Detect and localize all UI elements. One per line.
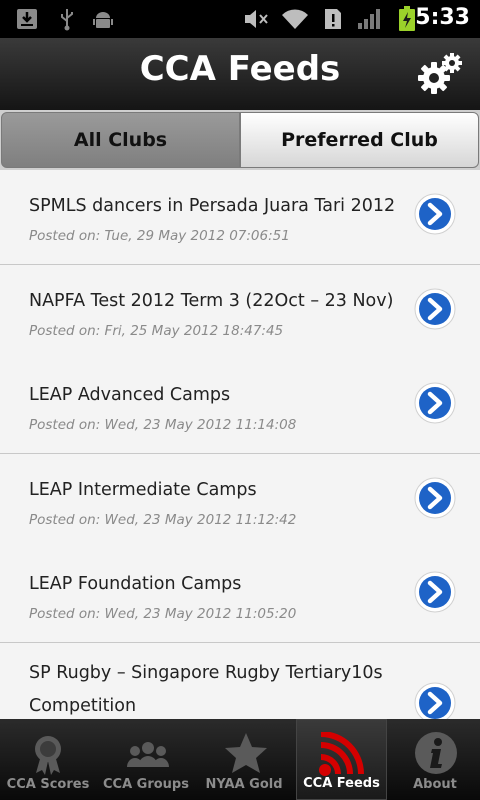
chevron-right-icon[interactable] — [414, 193, 456, 235]
tab-label: CCA Scores — [6, 777, 90, 792]
gear-icon[interactable] — [416, 52, 464, 96]
feed-title: NAPFA Test 2012 Term 3 (22Oct – 23 Nov) — [29, 291, 394, 311]
list-item[interactable]: LEAP Advanced Camps Posted on: Wed, 23 M… — [0, 359, 480, 454]
tab-label: CCA Groups — [103, 777, 189, 792]
tab-cca-groups[interactable]: CCA Groups — [96, 719, 196, 800]
list-item[interactable]: NAPFA Test 2012 Term 3 (22Oct – 23 Nov) … — [0, 265, 480, 360]
clock: 5:33 — [415, 5, 470, 30]
tab-nyaa-gold[interactable]: NYAA Gold — [196, 719, 292, 800]
feed-title: SP Rugby – Singapore Rugby Tertiary10s C… — [29, 663, 383, 716]
tab-label: CCA Feeds — [303, 776, 380, 791]
mute-icon — [242, 7, 270, 31]
chevron-right-icon[interactable] — [414, 477, 456, 519]
tab-about[interactable]: About — [390, 719, 480, 800]
list-item[interactable]: LEAP Foundation Camps Posted on: Wed, 23… — [0, 548, 480, 643]
bottom-tab-bar: CCA Scores CCA Groups NYAA Gold CCA Feed… — [0, 719, 480, 800]
chevron-right-icon[interactable] — [414, 571, 456, 613]
title-bar: CCA Feeds — [0, 38, 480, 110]
feed-date: Posted on: Tue, 29 May 2012 07:06:51 — [29, 228, 290, 244]
page-title: CCA Feeds — [139, 49, 341, 89]
tab-all-clubs[interactable]: All Clubs — [1, 112, 240, 168]
download-icon — [14, 7, 40, 31]
feed-date: Posted on: Wed, 23 May 2012 11:14:08 — [29, 417, 297, 433]
medal-icon — [28, 731, 68, 775]
club-filter: All Clubs Preferred Club — [0, 110, 480, 170]
feed-title: LEAP Foundation Camps — [29, 574, 242, 594]
feed-title: LEAP Intermediate Camps — [29, 480, 257, 500]
signal-icon — [356, 7, 384, 31]
android-debug-icon — [90, 7, 116, 31]
feed-title: SPMLS dancers in Persada Juara Tari 2012 — [29, 196, 396, 216]
feed-title: LEAP Advanced Camps — [29, 385, 231, 405]
feed-date: Posted on: Wed, 23 May 2012 11:12:42 — [29, 512, 297, 528]
feed-date: Posted on: Fri, 25 May 2012 18:47:45 — [29, 323, 284, 339]
tab-cca-scores[interactable]: CCA Scores — [0, 719, 96, 800]
tab-label: About — [413, 777, 457, 792]
status-bar: 5:33 — [0, 0, 480, 38]
chevron-right-icon[interactable] — [414, 382, 456, 424]
tab-label: NYAA Gold — [205, 777, 283, 792]
tab-cca-feeds[interactable]: CCA Feeds — [296, 719, 387, 800]
chevron-right-icon[interactable] — [414, 682, 456, 719]
wifi-icon — [280, 7, 310, 31]
chevron-right-icon[interactable] — [414, 288, 456, 330]
list-item[interactable]: SP Rugby – Singapore Rugby Tertiary10s C… — [0, 643, 480, 719]
info-icon — [414, 731, 457, 775]
list-item[interactable]: SPMLS dancers in Persada Juara Tari 2012… — [0, 170, 480, 265]
sim-alert-icon — [322, 7, 344, 31]
star-icon — [224, 731, 267, 775]
tab-preferred-club[interactable]: Preferred Club — [240, 112, 479, 168]
feed-date: Posted on: Wed, 23 May 2012 11:05:20 — [29, 606, 297, 622]
people-icon — [126, 731, 169, 775]
list-item[interactable]: LEAP Intermediate Camps Posted on: Wed, … — [0, 454, 480, 549]
usb-icon — [56, 7, 78, 31]
feed-list[interactable]: SPMLS dancers in Persada Juara Tari 2012… — [0, 170, 480, 719]
rss-icon — [317, 731, 364, 776]
